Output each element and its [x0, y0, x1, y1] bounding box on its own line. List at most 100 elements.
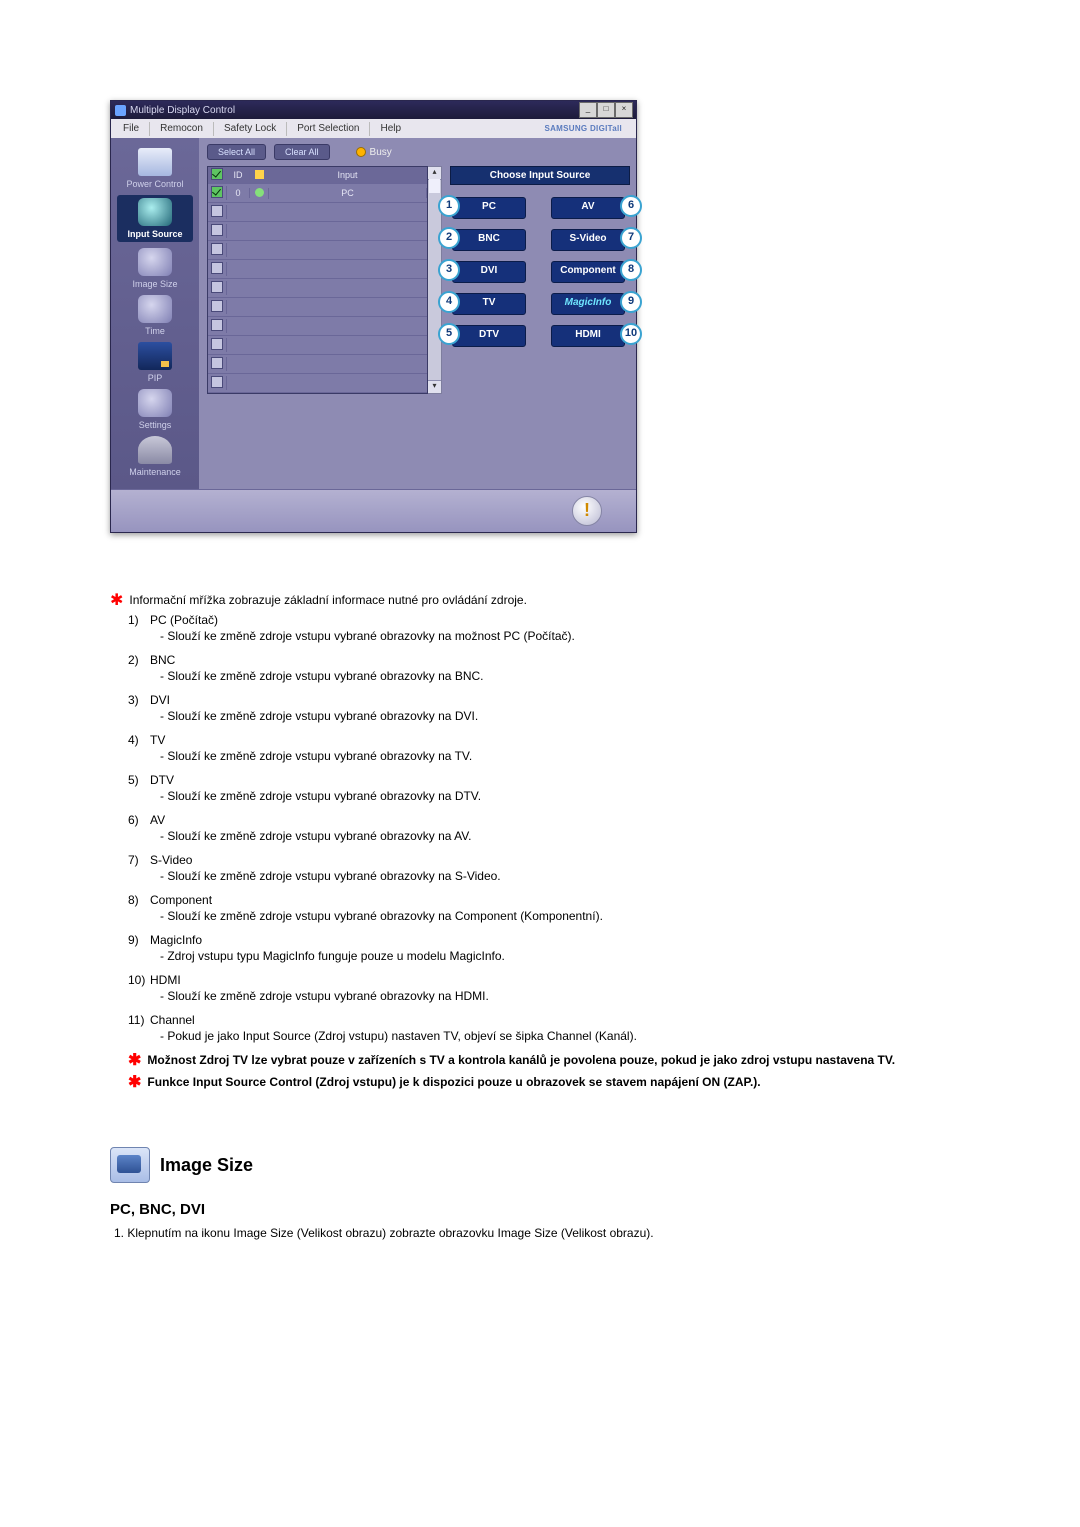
input-source-button[interactable]: DVI	[452, 261, 526, 283]
doc-list-item: 9)MagicInfo- Zdroj vstupu typu MagicInfo…	[128, 933, 1020, 963]
row-checkbox[interactable]	[211, 224, 223, 236]
scroll-down-button[interactable]: ▾	[428, 380, 441, 393]
table-row[interactable]	[208, 317, 427, 336]
list-number: 3)	[128, 693, 150, 707]
sidebar-item-settings[interactable]: Settings	[117, 389, 193, 430]
table-row[interactable]	[208, 355, 427, 374]
menu-safety-lock[interactable]: Safety Lock	[216, 121, 284, 136]
time-icon	[138, 295, 172, 323]
subsection-title: PC, BNC, DVI	[110, 1201, 1020, 1218]
sidebar-item-input-source[interactable]: Input Source	[117, 195, 193, 242]
row-checkbox[interactable]	[211, 338, 223, 350]
list-description: - Slouží ke změně zdroje vstupu vybrané …	[160, 669, 1020, 683]
row-checkbox[interactable]	[211, 186, 223, 198]
row-checkbox[interactable]	[211, 281, 223, 293]
menu-file[interactable]: File	[115, 121, 147, 136]
window-title: Multiple Display Control	[130, 105, 235, 116]
doc-list: 1)PC (Počítač)- Slouží ke změně zdroje v…	[128, 613, 1020, 1043]
window-maximize-button[interactable]: □	[597, 102, 615, 118]
pip-icon	[138, 342, 172, 370]
doc-note-1: Možnost Zdroj TV lze vybrat pouze v zaří…	[147, 1053, 895, 1067]
row-checkbox[interactable]	[211, 376, 223, 388]
input-source-icon	[138, 198, 172, 226]
callout-number: 2	[438, 227, 460, 249]
app-window: Multiple Display Control _ □ × File Remo…	[110, 100, 637, 533]
warning-icon: !	[572, 496, 602, 526]
row-checkbox[interactable]	[211, 300, 223, 312]
input-source-button[interactable]: S-Video	[551, 229, 625, 251]
settings-icon	[138, 389, 172, 417]
input-source-button[interactable]: PC	[452, 197, 526, 219]
table-row[interactable]	[208, 374, 427, 393]
menu-remocon[interactable]: Remocon	[152, 121, 211, 136]
list-title: HDMI	[150, 973, 181, 987]
input-source-button[interactable]: BNC	[452, 229, 526, 251]
row-checkbox[interactable]	[211, 357, 223, 369]
input-source-button-wrap: 8Component	[551, 261, 628, 283]
input-source-button[interactable]: HDMI	[551, 325, 625, 347]
list-title: Component	[150, 893, 212, 907]
row-checkbox[interactable]	[211, 243, 223, 255]
sidebar-item-power-control[interactable]: Power Control	[117, 148, 193, 189]
list-description: - Slouží ke změně zdroje vstupu vybrané …	[160, 829, 1020, 843]
list-description: - Slouží ke změně zdroje vstupu vybrané …	[160, 789, 1020, 803]
busy-dot-icon	[356, 147, 366, 157]
table-row[interactable]	[208, 298, 427, 317]
main-area: Select All Clear All Busy ID	[199, 138, 636, 489]
app-icon	[115, 105, 126, 116]
input-source-button-wrap: 6AV	[551, 197, 628, 219]
power-icon	[138, 148, 172, 176]
callout-number: 10	[620, 323, 642, 345]
list-description: - Slouží ke změně zdroje vstupu vybrané …	[160, 749, 1020, 763]
menu-port-selection[interactable]: Port Selection	[289, 121, 367, 136]
list-number: 6)	[128, 813, 150, 827]
section-title: Image Size	[160, 1155, 253, 1176]
sidebar-item-image-size[interactable]: Image Size	[117, 248, 193, 289]
list-title: S-Video	[150, 853, 192, 867]
table-row[interactable]	[208, 241, 427, 260]
input-source-button[interactable]: Component	[551, 261, 625, 283]
doc-list-item: 2)BNC- Slouží ke změně zdroje vstupu vyb…	[128, 653, 1020, 683]
doc-intro: Informační mřížka zobrazuje základní inf…	[129, 593, 527, 607]
busy-label: Busy	[370, 147, 392, 158]
menu-help[interactable]: Help	[372, 121, 409, 136]
list-number: 4)	[128, 733, 150, 747]
doc-list-item: 10)HDMI- Slouží ke změně zdroje vstupu v…	[128, 973, 1020, 1003]
table-row[interactable]	[208, 336, 427, 355]
sidebar-item-time[interactable]: Time	[117, 295, 193, 336]
input-source-button[interactable]: MagicInfo	[551, 293, 625, 315]
input-source-button[interactable]: TV	[452, 293, 526, 315]
list-title: AV	[150, 813, 165, 827]
busy-indicator: Busy	[356, 147, 392, 158]
window-minimize-button[interactable]: _	[579, 102, 597, 118]
star-icon: ✱	[128, 1055, 141, 1069]
window-close-button[interactable]: ×	[615, 102, 633, 118]
row-checkbox[interactable]	[211, 319, 223, 331]
select-all-button[interactable]: Select All	[207, 144, 266, 160]
header-checkbox[interactable]	[211, 168, 223, 180]
callout-number: 4	[438, 291, 460, 313]
input-source-button[interactable]: AV	[551, 197, 625, 219]
list-description: - Slouží ke změně zdroje vstupu vybrané …	[160, 629, 1020, 643]
row-checkbox[interactable]	[211, 205, 223, 217]
table-row[interactable]	[208, 279, 427, 298]
sidebar-item-pip[interactable]: PIP	[117, 342, 193, 383]
clear-all-button[interactable]: Clear All	[274, 144, 330, 160]
list-number: 5)	[128, 773, 150, 787]
row-checkbox[interactable]	[211, 262, 223, 274]
list-description: - Slouží ke změně zdroje vstupu vybrané …	[160, 909, 1020, 923]
callout-number: 1	[438, 195, 460, 217]
table-row[interactable]	[208, 260, 427, 279]
sidebar: Power Control Input Source Image Size Ti…	[111, 138, 199, 489]
callout-number: 9	[620, 291, 642, 313]
scroll-thumb[interactable]	[429, 179, 440, 193]
table-row[interactable]: 0 PC	[208, 184, 427, 203]
section-step: 1. Klepnutím na ikonu Image Size (Veliko…	[114, 1226, 1020, 1240]
sidebar-item-maintenance[interactable]: Maintenance	[117, 436, 193, 477]
list-description: - Slouží ke změně zdroje vstupu vybrané …	[160, 709, 1020, 723]
input-source-button[interactable]: DTV	[452, 325, 526, 347]
table-row[interactable]	[208, 203, 427, 222]
brand-text: SAMSUNG DIGITall	[536, 122, 630, 135]
display-grid: ID Input 0 PC	[207, 166, 442, 394]
table-row[interactable]	[208, 222, 427, 241]
